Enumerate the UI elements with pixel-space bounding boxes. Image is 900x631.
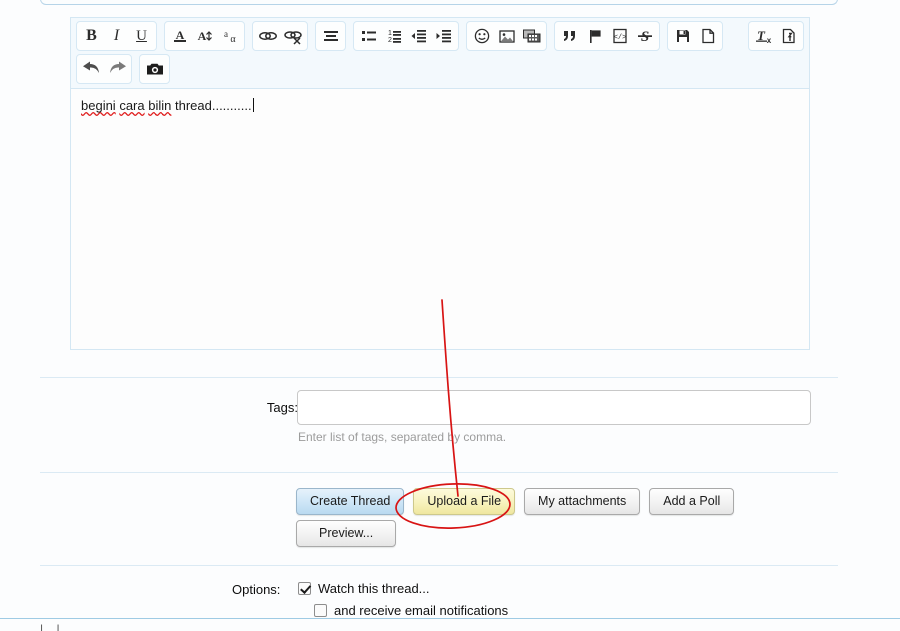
- code-icon[interactable]: </>: [607, 23, 632, 49]
- my-attachments-button[interactable]: My attachments: [524, 488, 640, 515]
- toolbar-group-source: T x: [748, 21, 804, 51]
- svg-text:</>: </>: [613, 34, 626, 42]
- outdent-icon[interactable]: [406, 23, 431, 49]
- new-page-icon[interactable]: [695, 23, 720, 49]
- option-email-notifications[interactable]: and receive email notifications: [314, 603, 508, 618]
- toolbar-group-lists: 1 2: [353, 21, 459, 51]
- align-icon[interactable]: [318, 23, 343, 49]
- action-button-row: Create Thread Upload a File My attachmen…: [296, 488, 734, 515]
- editor-toolbar-row-2: [71, 54, 809, 88]
- bold-icon[interactable]: B: [79, 23, 104, 49]
- svg-text:A: A: [175, 28, 184, 42]
- page-bottom-rule: [0, 618, 900, 619]
- divider-above-options: [40, 565, 838, 566]
- svg-text:1: 1: [388, 30, 392, 37]
- save-draft-icon[interactable]: [670, 23, 695, 49]
- spoiler-icon[interactable]: [582, 23, 607, 49]
- strikethrough-icon[interactable]: S: [632, 23, 657, 49]
- svg-text:α: α: [230, 34, 236, 45]
- camera-icon[interactable]: [142, 56, 167, 82]
- tags-hint: Enter list of tags, separated by comma.: [298, 430, 506, 444]
- remove-link-icon[interactable]: [280, 23, 305, 49]
- insert-link-icon[interactable]: [255, 23, 280, 49]
- compose-thread-page: B I U A A: [0, 0, 900, 631]
- toolbar-group-bbcode: </> S: [554, 21, 660, 51]
- toolbar-group-media: [466, 21, 547, 51]
- underline-icon[interactable]: U: [129, 23, 154, 49]
- svg-text:A: A: [197, 29, 206, 43]
- create-thread-button[interactable]: Create Thread: [296, 488, 404, 515]
- smilie-icon[interactable]: [469, 23, 494, 49]
- svg-text:2: 2: [388, 37, 392, 44]
- divider-above-actions: [40, 472, 838, 473]
- option-watch-thread[interactable]: Watch this thread...: [298, 581, 430, 596]
- image-icon[interactable]: [494, 23, 519, 49]
- body-word-2: cara: [119, 98, 144, 113]
- preview-button[interactable]: Preview...: [296, 520, 396, 547]
- email-notifications-label: and receive email notifications: [334, 603, 508, 618]
- toolbar-group-history: [76, 54, 132, 84]
- svg-text:a: a: [224, 29, 228, 39]
- redo-icon[interactable]: [104, 56, 129, 82]
- toolbar-group-align: [315, 21, 346, 51]
- toolbar-group-capture: [139, 54, 170, 84]
- toolbar-group-text-style: B I U: [76, 21, 157, 51]
- toggle-bbcode-icon[interactable]: [776, 23, 801, 49]
- clipped-footer-text: | |: [40, 622, 60, 631]
- body-rest: thread...........: [171, 98, 251, 113]
- bullet-list-icon[interactable]: [356, 23, 381, 49]
- toolbar-group-font-style: A A a α: [164, 21, 245, 51]
- undo-icon[interactable]: [79, 56, 104, 82]
- numbered-list-icon[interactable]: 1 2: [381, 23, 406, 49]
- email-notifications-checkbox[interactable]: [314, 604, 327, 617]
- preview-button-row: Preview...: [296, 520, 396, 547]
- font-size-icon[interactable]: A: [192, 23, 217, 49]
- divider-above-tags: [40, 377, 838, 378]
- editor-toolbar-row-1: B I U A A: [71, 18, 809, 54]
- toolbar-group-link: [252, 21, 308, 51]
- remove-formatting-icon[interactable]: T x: [751, 23, 776, 49]
- watch-thread-label: Watch this thread...: [318, 581, 430, 596]
- add-a-poll-button[interactable]: Add a Poll: [649, 488, 734, 515]
- text-color-icon[interactable]: A: [167, 23, 192, 49]
- video-icon[interactable]: [519, 23, 544, 49]
- body-word-3: bilin: [148, 98, 171, 113]
- svg-text:x: x: [766, 36, 771, 45]
- title-panel-bottom-edge: [40, 0, 838, 5]
- tags-label: Tags:: [248, 400, 298, 415]
- upload-a-file-button[interactable]: Upload a File: [413, 488, 515, 515]
- toolbar-group-draft: [667, 21, 723, 51]
- indent-icon[interactable]: [431, 23, 456, 49]
- quote-icon[interactable]: [557, 23, 582, 49]
- tags-input[interactable]: [297, 390, 811, 425]
- text-caret: [253, 98, 254, 112]
- body-word-1: begini: [81, 98, 116, 113]
- message-body-editor[interactable]: begini cara bilin thread...........: [70, 88, 810, 350]
- font-family-icon[interactable]: a α: [217, 23, 242, 49]
- italic-icon[interactable]: I: [104, 23, 129, 49]
- watch-thread-checkbox[interactable]: [298, 582, 311, 595]
- editor-toolbar-shell: B I U A A: [70, 17, 810, 89]
- options-label: Options:: [232, 582, 280, 597]
